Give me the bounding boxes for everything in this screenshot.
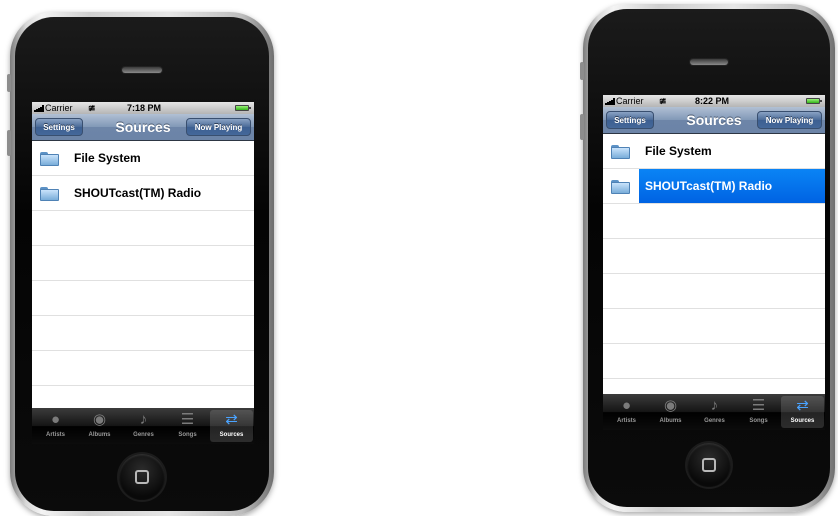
tab-label: Artists [616, 418, 636, 424]
tab-albums[interactable]: ◉ Albums [78, 410, 121, 442]
wifi-icon: ≇ [88, 103, 96, 113]
list-item-label: SHOUTcast(TM) Radio [645, 179, 773, 193]
battery-icon [235, 105, 251, 111]
tab-artists[interactable]: ● Artists [605, 396, 648, 428]
tab-songs[interactable]: ☰ Songs [737, 396, 780, 428]
tab-songs[interactable]: ☰ Songs [166, 410, 209, 442]
sources-list: File System SHOUTcast(TM) Radio [32, 141, 254, 386]
phone-bezel: Carrier ≇ 8:22 PM Settings Sources Now P… [588, 9, 830, 507]
list-item-shoutcast-radio[interactable]: SHOUTcast(TM) Radio [32, 176, 254, 211]
tab-label: Songs [178, 432, 197, 438]
home-button[interactable] [687, 443, 731, 487]
songs-icon: ☰ [180, 411, 195, 428]
genres-icon: ♪ [710, 397, 719, 414]
tab-sources[interactable]: ⇄ Sources [210, 410, 253, 442]
signal-strength-icon [34, 105, 44, 112]
tab-genres[interactable]: ♪ Genres [122, 410, 165, 442]
empty-row [32, 211, 254, 246]
navigation-bar: Settings Sources Now Playing [32, 114, 254, 141]
sources-icon: ⇄ [225, 411, 238, 428]
list-item-label: SHOUTcast(TM) Radio [74, 186, 202, 200]
list-item-shoutcast-radio[interactable]: SHOUTcast(TM) Radio [603, 169, 825, 204]
tab-albums[interactable]: ◉ Albums [649, 396, 692, 428]
folder-icon [40, 152, 59, 166]
empty-row [603, 344, 825, 379]
genres-icon: ♪ [139, 411, 148, 428]
tab-sources[interactable]: ⇄ Sources [781, 396, 824, 428]
empty-row [32, 351, 254, 386]
volume-button [7, 74, 11, 92]
artists-icon: ● [50, 411, 61, 428]
tab-artists[interactable]: ● Artists [34, 410, 77, 442]
tab-bar: ● Artists ◉ Albums ♪ Genres ☰ Songs ⇄ So… [32, 408, 254, 444]
albums-icon: ◉ [92, 411, 107, 428]
artists-icon: ● [621, 397, 632, 414]
empty-row [603, 204, 825, 239]
wifi-icon: ≇ [659, 96, 667, 106]
home-button[interactable] [119, 454, 165, 500]
navigation-bar: Settings Sources Now Playing [603, 107, 825, 134]
screen: Carrier ≇ 7:18 PM Settings Sources Now P… [32, 102, 254, 444]
home-square-icon [702, 458, 716, 472]
empty-row [32, 316, 254, 351]
status-bar: Carrier ≇ 8:22 PM [603, 95, 825, 107]
home-square-icon [135, 470, 149, 484]
status-time: 7:18 PM [127, 103, 162, 113]
tab-label: Genres [704, 418, 725, 424]
tab-bar: ● Artists ◉ Albums ♪ Genres ☰ Songs ⇄ So… [603, 394, 825, 430]
tab-label: Albums [659, 418, 682, 424]
empty-row [603, 309, 825, 344]
empty-row [603, 274, 825, 309]
tab-genres[interactable]: ♪ Genres [693, 396, 736, 428]
tab-label: Artists [45, 432, 65, 438]
volume-button [7, 130, 11, 156]
iphone-right: Carrier ≇ 8:22 PM Settings Sources Now P… [580, 4, 835, 512]
empty-row [32, 281, 254, 316]
status-time: 8:22 PM [695, 96, 730, 106]
iphone-left: Carrier ≇ 7:18 PM Settings Sources Now P… [7, 12, 274, 516]
folder-icon [40, 187, 59, 201]
empty-row [32, 246, 254, 281]
carrier-name: Carrier [45, 103, 73, 113]
volume-button [580, 114, 584, 140]
folder-icon [611, 180, 630, 194]
tab-label: Albums [88, 432, 111, 438]
now-playing-button[interactable]: Now Playing [757, 111, 822, 129]
tab-label: Sources [790, 418, 815, 424]
earpiece-speaker [122, 67, 162, 73]
list-item-label: File System [74, 151, 141, 165]
status-bar: Carrier ≇ 7:18 PM [32, 102, 254, 114]
albums-icon: ◉ [663, 397, 678, 414]
tab-label: Genres [133, 432, 154, 438]
signal-strength-icon [605, 98, 615, 105]
battery-icon [806, 98, 822, 104]
songs-icon: ☰ [751, 397, 766, 414]
volume-button [580, 62, 584, 80]
tab-label: Songs [749, 418, 768, 424]
folder-icon [611, 145, 630, 159]
empty-row [603, 239, 825, 274]
phone-bezel: Carrier ≇ 7:18 PM Settings Sources Now P… [15, 17, 269, 511]
list-item-label: File System [645, 144, 712, 158]
now-playing-button[interactable]: Now Playing [186, 118, 251, 136]
sources-list: File System SHOUTcast(TM) Radio [603, 134, 825, 379]
tab-label: Sources [219, 432, 244, 438]
screen: Carrier ≇ 8:22 PM Settings Sources Now P… [603, 95, 825, 430]
list-item-file-system[interactable]: File System [32, 141, 254, 176]
sources-icon: ⇄ [796, 397, 809, 414]
earpiece-speaker [690, 59, 728, 65]
carrier-name: Carrier [616, 96, 644, 106]
list-item-file-system[interactable]: File System [603, 134, 825, 169]
